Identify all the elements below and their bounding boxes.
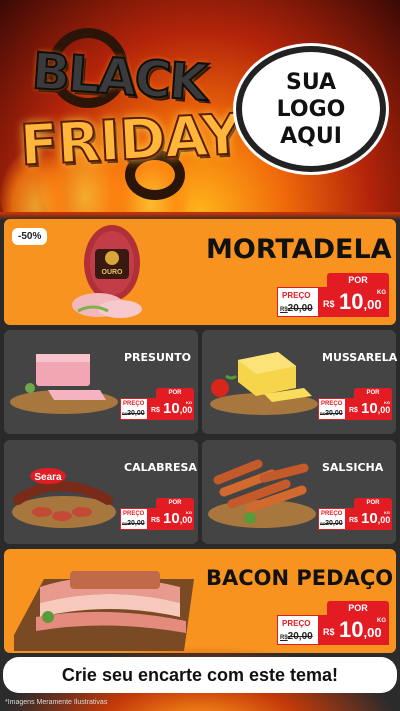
product-title: MUSSARELA	[322, 351, 398, 364]
preco-label: PREÇO	[123, 511, 145, 517]
unit-label: KG	[384, 400, 390, 405]
disclaimer-text: *Imagens Meramente Ilustrativas	[5, 699, 108, 706]
old-price-box: PREÇO R$20,00	[277, 615, 319, 645]
brand-label: Seara	[34, 472, 62, 483]
new-price-box: R$ 10,00 KG	[346, 508, 392, 530]
unit-label: KG	[377, 618, 386, 624]
unit-label: KG	[186, 400, 192, 405]
new-price-box: R$ 10,00 KG	[148, 508, 194, 530]
old-price-box: PREÇO R$20,00	[277, 287, 319, 317]
por-label: POR	[156, 498, 194, 508]
old-price: R$20,00	[122, 520, 145, 527]
mortadela-image: OURO	[72, 225, 142, 318]
mortadela-label: OURO	[102, 269, 124, 276]
product-title: PRESUNTO	[124, 351, 191, 364]
unit-label: KG	[384, 510, 390, 515]
calabresa-image: Seara	[12, 468, 116, 528]
new-price-box: R$ 10,00 KG	[148, 398, 194, 420]
new-price-box: R$ 10,00 KG	[319, 287, 389, 317]
currency: R$	[151, 517, 160, 524]
old-price-box: PREÇO R$20,00	[120, 398, 148, 420]
product-card: SALSICHA POR PREÇO R$20,00 R$ 10,00 KG	[202, 440, 396, 544]
call-to-action-banner[interactable]: Crie seu encarte com este tema!	[3, 657, 397, 693]
logo-line: SUA	[285, 69, 337, 95]
salsicha-image	[208, 459, 316, 528]
por-label: POR	[156, 388, 194, 398]
currency: R$	[349, 407, 358, 414]
bacon-image	[14, 571, 194, 651]
preco-label: PREÇO	[282, 291, 311, 300]
product-card: MUSSARELA POR PREÇO R$20,00 R$ 10,00 KG	[202, 330, 398, 434]
price-tag: POR PREÇO R$20,00 R$ 10,00 KG	[318, 498, 392, 532]
new-price-box: R$ 10,00 KG	[319, 615, 389, 645]
friday-title: FRIDAY	[17, 101, 243, 179]
old-price: R$20,00	[122, 410, 145, 417]
old-price: R$20,00	[320, 410, 343, 417]
por-label: POR	[327, 601, 389, 615]
old-price-box: PREÇO R$20,00	[318, 508, 346, 530]
header-banner: BLACK FRIDAY SUA LOGO AQUI	[0, 0, 400, 212]
preco-label: PREÇO	[282, 619, 311, 628]
currency: R$	[323, 627, 335, 637]
logo-line: AQUI	[280, 123, 342, 149]
product-card: Seara CALABRESA POR PREÇO R$20,00 R$ 10,…	[4, 440, 198, 544]
featured-product-card: BACON PEDAÇO POR PREÇO R$20,00 R$ 10,00 …	[4, 549, 396, 653]
currency: R$	[151, 407, 160, 414]
preco-label: PREÇO	[321, 401, 343, 407]
featured-product-card: -50% OURO MORTADELA POR PREÇO R$20,00 R$…	[4, 219, 396, 325]
price-value: 10,00	[339, 289, 382, 314]
price-tag: POR PREÇO R$20,00 R$ 10,00 KG	[120, 498, 194, 532]
old-price-box: PREÇO R$20,00	[318, 398, 346, 420]
product-card: PRESUNTO POR PREÇO R$20,00 R$ 10,00 KG	[4, 330, 198, 434]
unit-label: KG	[377, 290, 386, 296]
price-tag: POR PREÇO R$20,00 R$ 10,00 KG	[277, 601, 389, 647]
preco-label: PREÇO	[123, 401, 145, 407]
por-label: POR	[327, 273, 389, 287]
por-label: POR	[354, 498, 392, 508]
logo-placeholder: SUA LOGO AQUI	[236, 46, 386, 172]
product-title: MORTADELA	[206, 234, 392, 265]
currency: R$	[323, 299, 335, 309]
price-tag: POR PREÇO R$20,00 R$ 10,00 KG	[277, 273, 389, 319]
black-title: BLACK	[29, 41, 209, 113]
old-price: R$20,00	[320, 520, 343, 527]
currency: R$	[349, 517, 358, 524]
logo-line: LOGO	[276, 96, 346, 122]
por-label: POR	[354, 388, 392, 398]
new-price-box: R$ 10,00 KG	[346, 398, 392, 420]
price-tag: POR PREÇO R$20,00 R$ 10,00 KG	[120, 388, 194, 422]
product-title: CALABRESA	[124, 461, 197, 474]
flyer-page: BLACK FRIDAY SUA LOGO AQUI -50% OURO MOR…	[0, 0, 400, 711]
old-price: R$20,00	[280, 303, 313, 314]
unit-label: KG	[186, 510, 192, 515]
price-tag: POR PREÇO R$20,00 R$ 10,00 KG	[318, 388, 392, 422]
old-price-box: PREÇO R$20,00	[120, 508, 148, 530]
mussarela-image	[210, 352, 318, 415]
old-price: R$20,00	[280, 631, 313, 642]
discount-badge: -50%	[12, 228, 48, 245]
price-value: 10,00	[339, 617, 382, 642]
product-title: BACON PEDAÇO	[206, 566, 394, 590]
preco-label: PREÇO	[321, 511, 343, 517]
presunto-image	[10, 354, 118, 414]
product-title: SALSICHA	[322, 461, 384, 474]
